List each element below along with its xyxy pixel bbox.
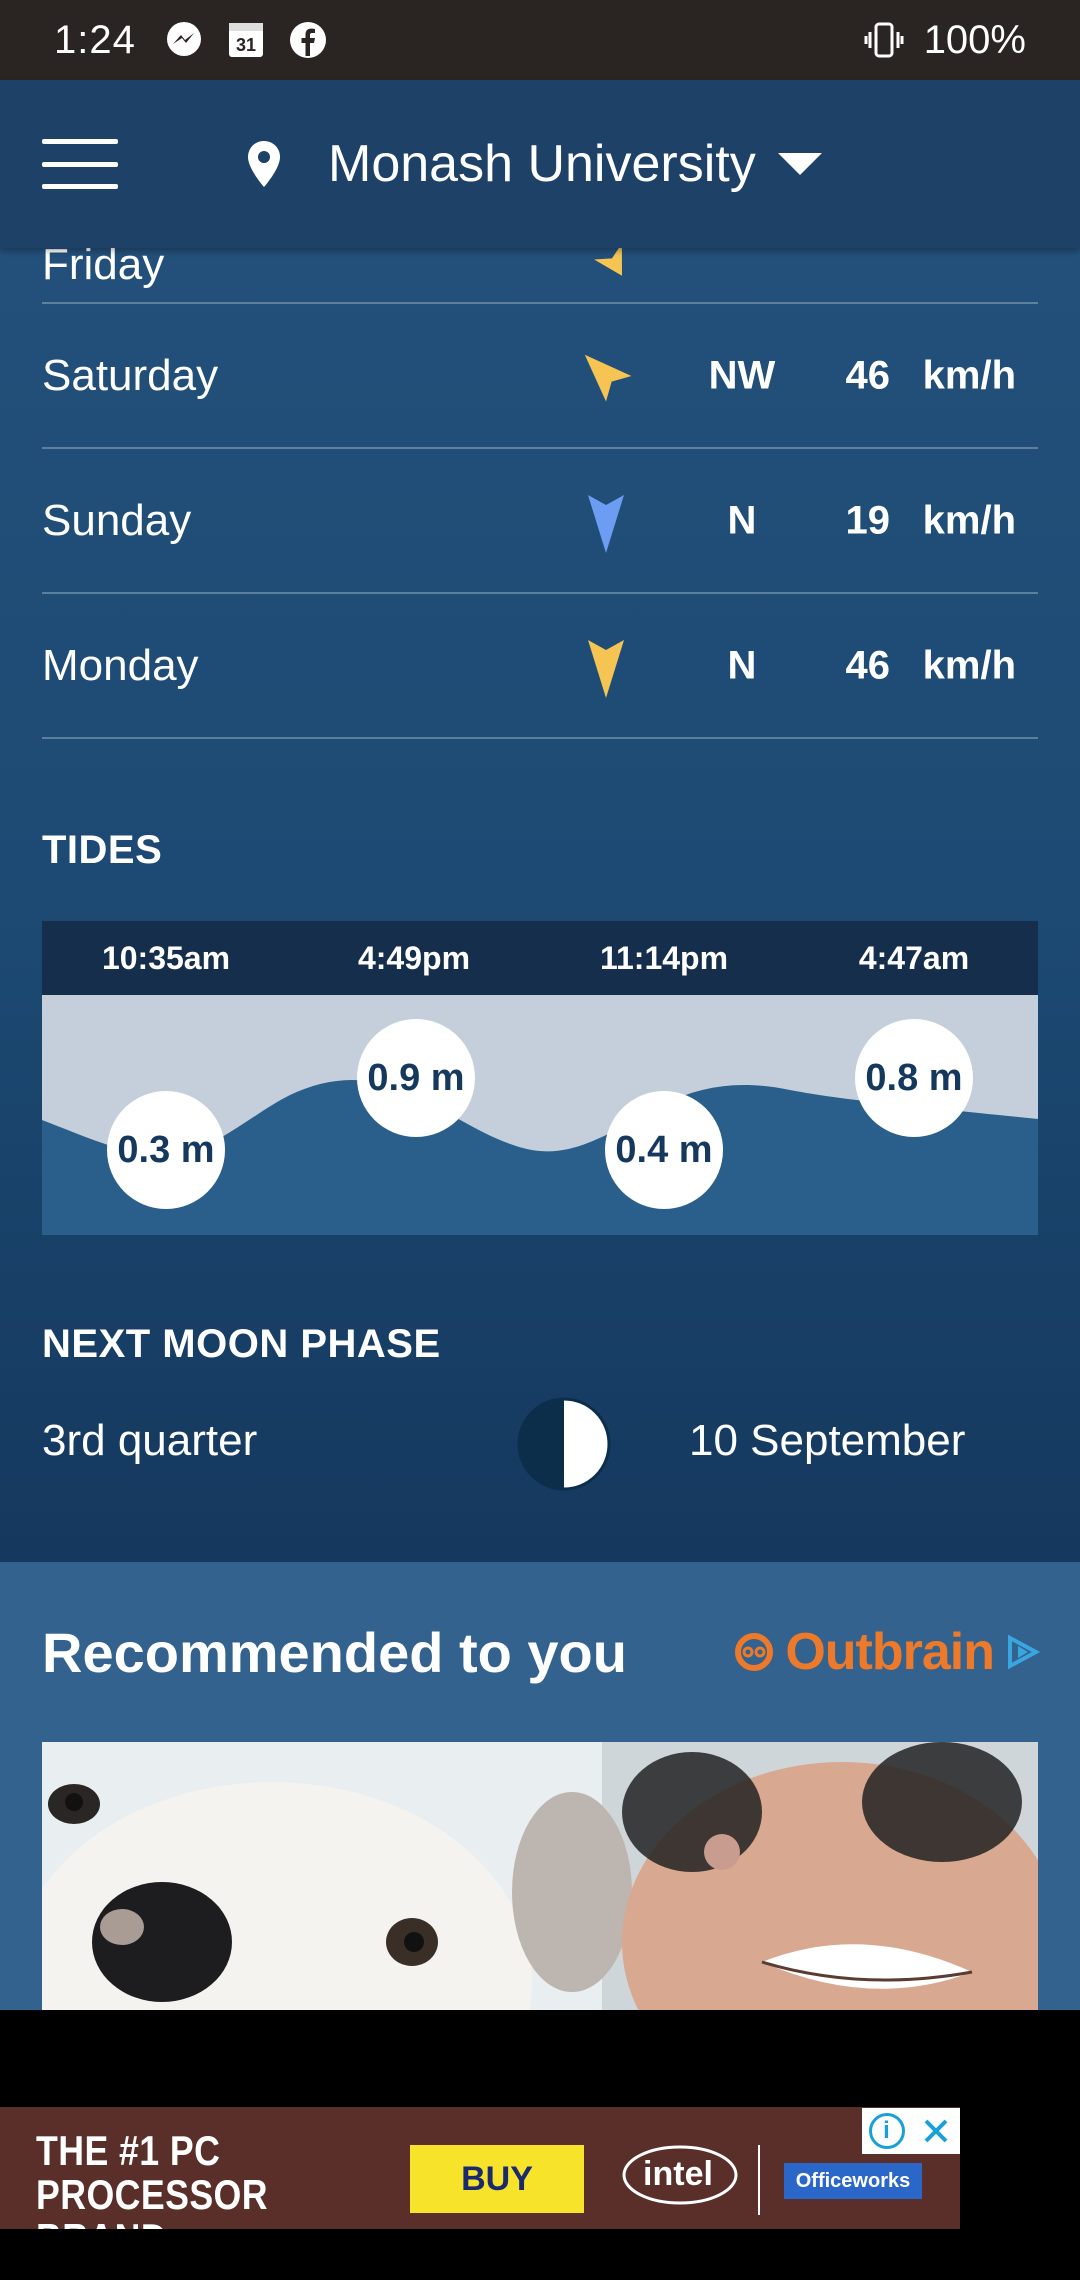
location-pin-icon	[248, 141, 280, 187]
wind-day: Sunday	[42, 495, 192, 545]
forecast-panel: Friday Saturday NW 46 km/h Sunday N 19 k…	[0, 248, 1080, 1562]
wind-day: Saturday	[42, 350, 219, 400]
article-thumbnail	[42, 1742, 1038, 2010]
ad-choices-icon	[1008, 1634, 1040, 1670]
wind-day: Friday	[42, 248, 165, 289]
wind-arrow-icon	[588, 494, 624, 553]
chevron-down-icon	[777, 153, 822, 175]
facebook-icon	[289, 22, 326, 58]
tide-time: 4:49pm	[357, 940, 471, 976]
wind-speed: 46	[845, 353, 891, 397]
wind-arrow-icon	[594, 248, 622, 276]
wind-row: Friday	[42, 248, 1038, 304]
wind-unit: km/h	[922, 498, 1016, 542]
tide-times-bar: 10:35am 4:49pm 11:14pm 4:47am	[42, 921, 1038, 995]
notification-icons: 31	[164, 20, 328, 60]
location-name: Monash University	[328, 135, 756, 193]
close-icon[interactable]	[918, 2113, 954, 2149]
ad-partner-logo: Officeworks	[784, 2163, 922, 2199]
recommended-article-image[interactable]	[42, 1742, 1038, 2010]
menu-button[interactable]	[42, 139, 118, 189]
tide-height: 0.8 m	[855, 1019, 973, 1137]
wind-direction: N	[727, 643, 757, 687]
calendar-icon: 31	[228, 23, 263, 57]
wind-arrow-icon	[588, 639, 624, 698]
intel-logo: intel	[622, 2145, 738, 2205]
outbrain-o-icon	[735, 1633, 774, 1671]
tide-time: 11:14pm	[599, 940, 729, 976]
moon-phase-date: 10 September	[689, 1416, 966, 1465]
moon-phase-icon	[517, 1397, 611, 1491]
menu-icon-bar	[42, 139, 118, 144]
tide-time: 4:47am	[858, 940, 970, 976]
app-header: Monash University	[0, 80, 1080, 248]
ad-divider	[758, 2145, 760, 2215]
wind-arrow-icon	[584, 354, 632, 401]
location-selector[interactable]: Monash University	[246, 134, 822, 194]
tide-height: 0.9 m	[357, 1019, 475, 1137]
wind-row: Sunday N 19 km/h	[42, 449, 1038, 594]
outbrain-logo[interactable]: Outbrain	[733, 1622, 1040, 1682]
ad-controls: i	[862, 2108, 960, 2154]
ad-info-icon[interactable]: i	[868, 2113, 905, 2149]
outbrain-name: Outbrain	[785, 1623, 995, 1681]
menu-icon-bar	[42, 161, 118, 167]
wind-speed: 19	[845, 498, 891, 542]
recommended-title: Recommended to you	[42, 1621, 627, 1684]
ad-banner[interactable]: THE #1 PC PROCESSOR BRAND. BUY INTEL int…	[0, 2107, 960, 2229]
wind-unit: km/h	[922, 353, 1016, 397]
wind-direction: NW	[708, 353, 776, 397]
battery-percentage: 100%	[923, 17, 1026, 62]
wind-forecast-list: Friday Saturday NW 46 km/h Sunday N 19 k…	[42, 248, 1038, 739]
wind-speed: 46	[845, 643, 891, 687]
status-time: 1:24	[54, 17, 136, 62]
vibrate-icon	[864, 22, 904, 58]
tide-time: 10:35am	[101, 940, 231, 976]
wind-row: Monday N 46 km/h	[42, 594, 1038, 739]
wind-direction: N	[727, 498, 757, 542]
ad-cta-button[interactable]: BUY INTEL	[410, 2145, 584, 2229]
status-bar: 1:24 31 100%	[0, 0, 1080, 80]
tides-title: TIDES	[42, 828, 163, 872]
tides-chart: 10:35am 4:49pm 11:14pm 4:47am 0.3 m 0.9 …	[42, 921, 1038, 1235]
ad-headline: THE #1 PC PROCESSOR BRAND.	[36, 2127, 268, 2230]
moon-phase-name: 3rd quarter	[42, 1416, 258, 1465]
wind-unit: km/h	[922, 643, 1016, 687]
svg-text:31: 31	[236, 35, 256, 55]
moon-phase-title: NEXT MOON PHASE	[42, 1322, 441, 1366]
wind-row: Saturday NW 46 km/h	[42, 304, 1038, 449]
messenger-icon	[166, 22, 201, 56]
tide-height: 0.3 m	[107, 1091, 225, 1209]
intel-logo-text: intel	[643, 2155, 713, 2193]
menu-icon-bar	[42, 184, 118, 189]
tide-height: 0.4 m	[605, 1091, 723, 1209]
wind-day: Monday	[42, 640, 199, 690]
recommended-section: Recommended to you Outbrain	[0, 1562, 1080, 2010]
